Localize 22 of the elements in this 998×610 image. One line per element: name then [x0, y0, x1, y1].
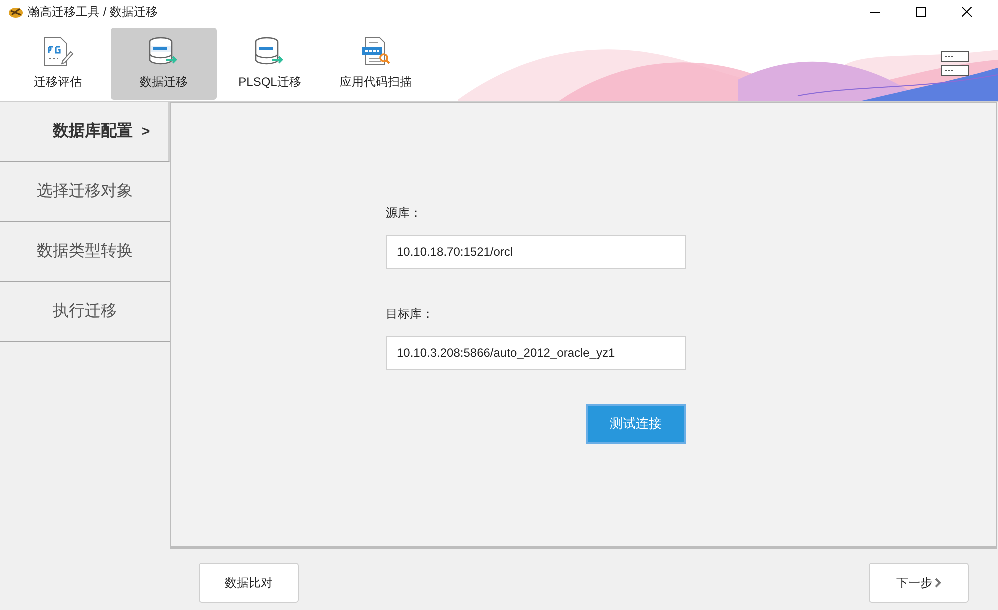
close-icon: [962, 7, 972, 17]
document-pencil-icon: [42, 37, 74, 67]
toolbar-tab[interactable]: 迁移评估: [5, 28, 111, 100]
window-title: 瀚高迁移工具 / 数据迁移: [28, 4, 158, 21]
field-label: 源库：: [386, 205, 423, 221]
app-logo-icon: [8, 5, 24, 19]
menu-icon: [941, 51, 969, 76]
maximize-icon: [916, 7, 926, 17]
compare-button[interactable]: 数据比对: [199, 563, 299, 603]
toolbar-tab[interactable]: 应用代码扫描: [323, 28, 429, 100]
toolbar-tab[interactable]: 数据迁移: [111, 28, 217, 100]
database-arrow-icon: [254, 37, 286, 67]
next-button[interactable]: 下一步: [869, 563, 969, 603]
menu-button[interactable]: [941, 51, 969, 76]
database-arrow-icon: [148, 37, 180, 67]
chevron-right-icon: [934, 578, 942, 588]
chevron-marker: >: [142, 122, 150, 141]
toolbar-tab[interactable]: PLSQL迁移: [217, 28, 323, 100]
connection-input[interactable]: 10.10.3.208:5866/auto_2012_oracle_yz1: [386, 336, 686, 370]
code-file-search-icon: [360, 37, 392, 67]
field-label: 目标库：: [386, 306, 435, 322]
connection-input[interactable]: 10.10.18.70:1521/orcl: [386, 235, 686, 269]
